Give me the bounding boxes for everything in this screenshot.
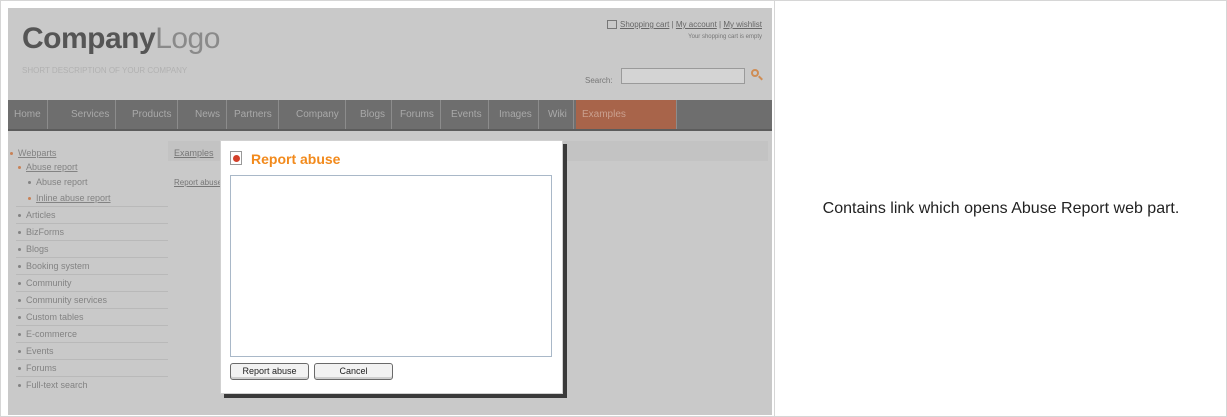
bullet-icon [28, 181, 31, 185]
sidebar-item-webparts[interactable]: Webparts [10, 146, 56, 160]
nav-item-company[interactable]: Company [290, 100, 346, 129]
bullet-icon [18, 333, 21, 337]
sidebar-item-community[interactable]: Community [18, 276, 72, 290]
bullet-icon [18, 231, 21, 235]
sidebar-item-bizforms[interactable]: BizForms [18, 225, 64, 239]
sidebar-divider [16, 308, 168, 309]
sidebar-item-forums[interactable]: Forums [18, 361, 57, 375]
search-label: Search: [585, 76, 613, 85]
sidebar-divider [16, 240, 168, 241]
sidebar-item-blogs[interactable]: Blogs [18, 242, 49, 256]
company-logo: CompanyLogo [22, 22, 220, 56]
sidebar-divider [16, 274, 168, 275]
report-abuse-dialog: Report abuse Report abuse Cancel [220, 140, 563, 394]
screenshot-panel: CompanyLogo SHORT DESCRIPTION OF YOUR CO… [8, 8, 772, 415]
bullet-icon [18, 214, 21, 218]
bullet-icon [18, 384, 21, 388]
description-caption: Contains link which opens Abuse Report w… [775, 0, 1227, 417]
nav-item-news[interactable]: News [189, 100, 228, 129]
nav-item-forums[interactable]: Forums [394, 100, 441, 129]
sidebar-item-inline-abuse-report[interactable]: Inline abuse report [28, 191, 111, 205]
sidebar-item-label: Booking system [26, 261, 90, 271]
sidebar-item-label: Custom tables [26, 312, 84, 322]
bullet-icon [18, 265, 21, 269]
bullet-icon [18, 282, 21, 286]
report-abuse-button[interactable]: Report abuse [230, 363, 309, 380]
bullet-icon [18, 316, 21, 320]
sidebar-item-events[interactable]: Events [18, 344, 54, 358]
logo-part1: Company [22, 22, 156, 55]
sidebar-divider [16, 206, 168, 207]
report-abuse-icon [230, 151, 242, 165]
sidebar-divider [16, 223, 168, 224]
bullet-icon [18, 166, 21, 170]
sidebar-item-full-text-search[interactable]: Full-text search [18, 378, 88, 392]
sidebar-divider [16, 291, 168, 292]
sidebar-item-label: Inline abuse report [36, 193, 111, 203]
sidebar-item-abuse-report-child[interactable]: Abuse report [28, 175, 88, 189]
nav-item-home[interactable]: Home [8, 100, 48, 129]
bullet-icon [18, 299, 21, 303]
report-abuse-link[interactable]: Report abuse [174, 178, 222, 187]
nav-item-services[interactable]: Services [65, 100, 117, 129]
company-tagline: SHORT DESCRIPTION OF YOUR COMPANY [22, 66, 188, 75]
logo-part2: Logo [155, 22, 220, 55]
sidebar-item-label: Events [26, 346, 54, 356]
bullet-icon [18, 350, 21, 354]
bullet-icon [10, 152, 13, 156]
nav-item-partners[interactable]: Partners [228, 100, 279, 129]
sidebar-item-label: Community services [26, 295, 108, 305]
abuse-comment-textarea[interactable] [230, 175, 552, 357]
breadcrumb-examples-link[interactable]: Examples [174, 148, 214, 158]
nav-item-images[interactable]: Images [493, 100, 539, 129]
bullet-icon [18, 248, 21, 252]
cart-icon [606, 20, 617, 30]
sidebar-item-label: Community [26, 278, 72, 288]
sidebar-item-community-services[interactable]: Community services [18, 293, 107, 307]
my-account-link[interactable]: My account [676, 20, 717, 29]
sidebar-item-label: Articles [26, 210, 56, 220]
sidebar-divider [16, 359, 168, 360]
sidebar-item-custom-tables[interactable]: Custom tables [18, 310, 84, 324]
sidebar-item-e-commerce[interactable]: E-commerce [18, 327, 77, 341]
description-text: Contains link which opens Abuse Report w… [822, 199, 1180, 217]
search-icon[interactable] [751, 69, 759, 77]
sidebar-item-abuse-report[interactable]: Abuse report [18, 160, 78, 174]
bullet-icon [28, 197, 31, 201]
sidebar-item-label: Full-text search [26, 380, 88, 390]
sidebar-item-label: Blogs [26, 244, 49, 254]
sidebar-item-booking-system[interactable]: Booking system [18, 259, 90, 273]
sidebar-divider [16, 376, 168, 377]
sidebar-divider [16, 342, 168, 343]
nav-item-blogs[interactable]: Blogs [354, 100, 393, 129]
sidebar-divider [16, 257, 168, 258]
search-input[interactable] [621, 68, 745, 84]
main-navigation: Home Services Products News Partners Com… [8, 100, 772, 131]
sidebar-divider [16, 325, 168, 326]
sidebar-item-label: Abuse report [36, 177, 88, 187]
my-wishlist-link[interactable]: My wishlist [723, 20, 762, 29]
sidebar-item-label: Abuse report [26, 162, 78, 172]
dialog-title: Report abuse [251, 151, 341, 167]
cart-status: Your shopping cart is empty [688, 34, 762, 40]
cancel-button[interactable]: Cancel [314, 363, 393, 380]
sidebar-item-label: E-commerce [26, 329, 78, 339]
nav-item-events[interactable]: Events [445, 100, 489, 129]
sidebar-item-label: Forums [26, 363, 57, 373]
shopping-cart-link[interactable]: Shopping cart [620, 20, 669, 29]
nav-item-products[interactable]: Products [126, 100, 179, 129]
sidebar-item-articles[interactable]: Articles [18, 208, 56, 222]
bullet-icon [18, 367, 21, 371]
sidebar-item-label: BizForms [26, 227, 64, 237]
nav-item-examples[interactable]: Examples [576, 100, 677, 129]
nav-item-wiki[interactable]: Wiki [542, 100, 574, 129]
sidebar-item-label: Webparts [18, 148, 57, 158]
top-links: Shopping cart | My account | My wishlist [606, 20, 762, 30]
